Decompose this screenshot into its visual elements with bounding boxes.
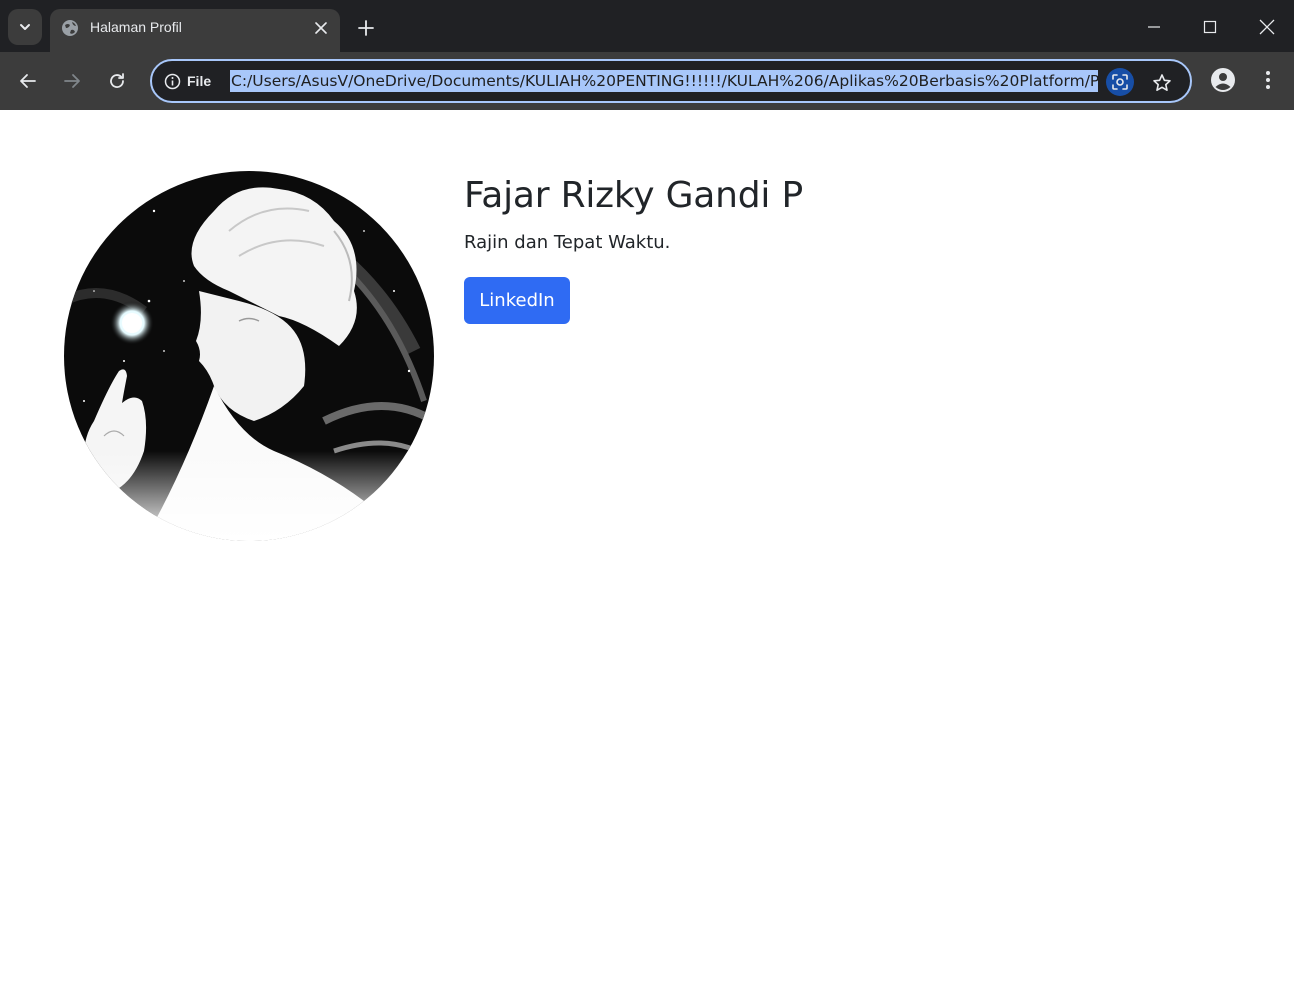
close-icon [1259, 19, 1275, 35]
star-icon [1153, 74, 1171, 91]
site-info-button[interactable]: File [160, 67, 221, 95]
lens-icon [1112, 74, 1128, 90]
new-tab-button[interactable] [353, 15, 379, 41]
info-icon [164, 73, 181, 89]
maximize-icon [1203, 20, 1217, 34]
back-button[interactable] [12, 65, 44, 97]
forward-button[interactable] [56, 65, 88, 97]
url-text[interactable]: C:/Users/AsusV/OneDrive/Documents/KULIAH… [230, 70, 1098, 92]
tab-title: Halaman Profil [90, 19, 182, 35]
profile-button[interactable] [1208, 65, 1238, 95]
google-lens-button[interactable] [1106, 68, 1134, 96]
profile-tagline: Rajin dan Tepat Waktu. [464, 232, 671, 253]
minimize-icon [1148, 26, 1160, 28]
reload-button[interactable] [101, 65, 133, 97]
browser-tab-strip: Halaman Profil [0, 0, 1294, 52]
arrow-right-icon [64, 74, 80, 88]
browser-menu-button[interactable] [1254, 65, 1282, 95]
globe-icon [62, 20, 78, 36]
profile-name: Fajar Rizky Gandi P [464, 175, 803, 216]
bookmark-button[interactable] [1148, 69, 1176, 97]
site-info-label: File [187, 73, 212, 89]
address-bar[interactable]: File C:/Users/AsusV/OneDrive/Documents/K… [150, 59, 1192, 103]
chevron-down-icon [20, 24, 30, 30]
profile-avatar [64, 171, 434, 541]
maximize-button[interactable] [1195, 12, 1225, 42]
window-close-button[interactable] [1252, 12, 1282, 42]
close-icon [315, 22, 327, 34]
linkedin-button[interactable]: LinkedIn [464, 277, 570, 324]
reload-icon [110, 73, 124, 88]
browser-toolbar: File C:/Users/AsusV/OneDrive/Documents/K… [0, 52, 1294, 110]
anime-portrait-avatar [64, 171, 434, 541]
plus-icon [358, 20, 374, 36]
more-vertical-icon [1266, 71, 1270, 89]
minimize-button[interactable] [1139, 12, 1169, 42]
page-content: Fajar Rizky Gandi P Rajin dan Tepat Wakt… [0, 110, 1294, 990]
tab-halaman-profil[interactable]: Halaman Profil [50, 9, 340, 52]
tab-search-button[interactable] [8, 9, 42, 45]
arrow-left-icon [20, 74, 36, 88]
tab-close-button[interactable] [311, 18, 331, 38]
account-icon [1211, 68, 1235, 92]
